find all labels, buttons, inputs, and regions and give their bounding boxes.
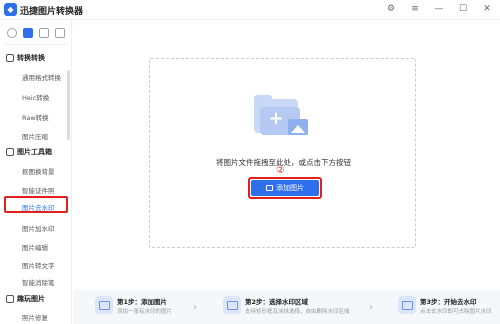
sidebar-item-id-photo[interactable]: 智能证件照	[22, 185, 55, 195]
step-title: 第2步：选择水印区域	[245, 298, 309, 306]
sidebar-section-label: 转换转换	[17, 54, 45, 62]
step-title: 第1步：添加图片	[117, 298, 168, 306]
sidebar-section-fun[interactable]: 趣玩图片	[6, 294, 45, 304]
app-logo-icon: ◆	[4, 3, 17, 16]
step-desc: 添加一张有水印的图片	[117, 309, 173, 315]
sidebar-item-edit[interactable]: 图片编辑	[22, 242, 48, 252]
picture-icon	[266, 185, 273, 191]
window-controls: ⚙ ≡ — ☐ ✕	[384, 2, 494, 17]
fun-icon	[6, 295, 14, 303]
sidebar-section-toolbox[interactable]: 图片工具箱	[6, 147, 52, 157]
sidebar-scrollbar[interactable]	[67, 70, 70, 140]
toolbox-icon	[6, 148, 14, 156]
copy-icon[interactable]	[55, 28, 65, 38]
annotation-two: ②	[276, 165, 285, 176]
image-icon	[288, 119, 308, 135]
title-bar: ◆ 迅捷图片转换器 ⚙ ≡ — ☐ ✕	[0, 0, 500, 20]
sidebar-divider	[4, 44, 68, 45]
gear-icon[interactable]	[7, 28, 17, 38]
sidebar-top-icons	[0, 25, 72, 41]
add-image-button[interactable]: 添加图片	[251, 180, 319, 196]
minimize-button[interactable]: —	[432, 2, 446, 17]
select-area-step-icon	[223, 296, 241, 314]
sidebar-section-label: 趣玩图片	[17, 295, 45, 303]
sidebar-item-format-convert[interactable]: 通用格式转换	[22, 72, 61, 82]
sidebar-section-convert[interactable]: 转换转换	[6, 53, 45, 63]
sidebar-item-cutout[interactable]: 抠图换背景	[22, 166, 55, 176]
settings-icon[interactable]: ⚙	[384, 2, 398, 17]
sidebar-item-remove-watermark[interactable]: 图片去水印	[22, 202, 55, 212]
document-icon[interactable]	[39, 28, 49, 38]
add-image-step-icon	[95, 296, 113, 314]
app-title: 迅捷图片转换器	[20, 7, 84, 17]
sidebar-item-add-watermark[interactable]: 图片加水印	[22, 223, 55, 233]
sidebar-item-restore[interactable]: 照片修复	[22, 312, 48, 322]
sidebar-item-ocr[interactable]: 图片转文字	[22, 260, 55, 270]
step-title: 第3步：开始去水印	[420, 298, 477, 306]
sidebar-section-label: 图片工具箱	[17, 148, 52, 156]
step-desc: 支持矩形框及涂抹选择，自由删除水印区域	[245, 309, 350, 315]
drop-zone[interactable]: + 将图片文件拖拽至此处，或点击下方按钮 ② 添加图片	[149, 58, 416, 248]
sidebar-item-eraser[interactable]: 智能消除笔	[22, 277, 55, 287]
plus-icon: +	[268, 108, 284, 129]
add-image-label: 添加图片	[276, 184, 304, 192]
menu-icon[interactable]: ≡	[408, 2, 422, 17]
step-3: 第3步：开始去水印 点击去水印即可去除图片水印	[398, 296, 492, 315]
convert-icon	[6, 54, 14, 62]
home-icon[interactable]	[23, 28, 33, 38]
steps-bar: 第1步：添加图片 添加一张有水印的图片 › 第2步：选择水印区域 支持矩形框及涂…	[73, 290, 500, 324]
main-panel: + 将图片文件拖拽至此处，或点击下方按钮 ② 添加图片 第1步：添加图片 添加一…	[73, 20, 500, 324]
chevron-right-icon: ›	[193, 302, 197, 313]
step-1: 第1步：添加图片 添加一张有水印的图片	[95, 296, 172, 315]
chevron-right-icon: ›	[369, 302, 373, 313]
step-desc: 点击去水印即可去除图片水印	[420, 309, 492, 315]
close-button[interactable]: ✕	[480, 2, 494, 17]
sidebar-item-compress[interactable]: 图片压缩	[22, 131, 48, 141]
maximize-button[interactable]: ☐	[456, 2, 470, 17]
sidebar: 转换转换 通用格式转换 Heic转换 Raw转换 图片压缩 图片工具箱 抠图换背…	[0, 20, 72, 324]
sidebar-item-heic[interactable]: Heic转换	[22, 92, 49, 102]
sidebar-item-raw[interactable]: Raw转换	[22, 112, 49, 122]
step-2: 第2步：选择水印区域 支持矩形框及涂抹选择，自由删除水印区域	[223, 296, 350, 315]
remove-watermark-step-icon	[398, 296, 416, 314]
